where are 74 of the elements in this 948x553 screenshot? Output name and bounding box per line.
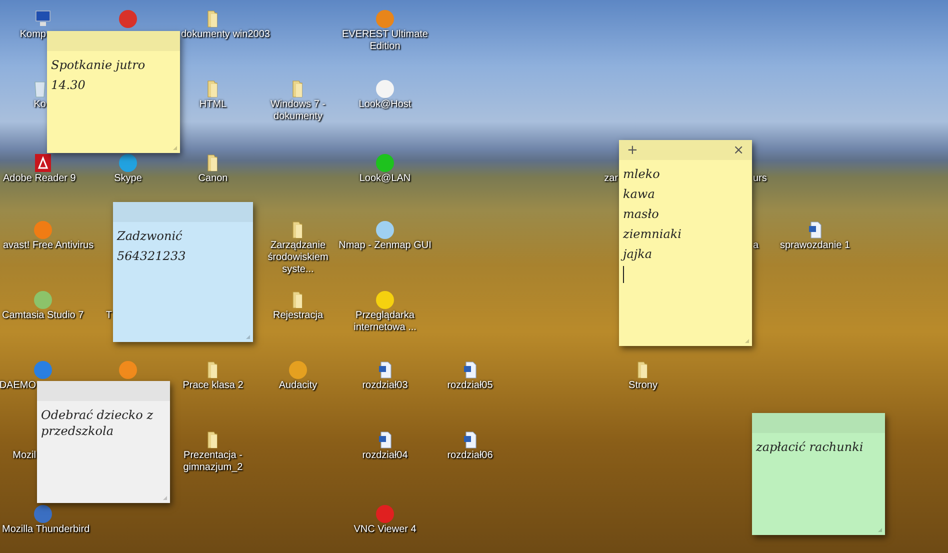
- icon-label[interactable]: Mozil: [12, 450, 36, 462]
- resize-grip-icon[interactable]: [162, 495, 168, 501]
- icon-label[interactable]: Camtasia Studio 7: [2, 310, 84, 322]
- icon-label[interactable]: a: [753, 240, 759, 252]
- note-text: zapłacić rachunki: [756, 439, 864, 455]
- sticky-note[interactable]: Spotkanie jutro 14.30: [47, 31, 180, 153]
- icon-label[interactable]: Canon: [198, 173, 228, 185]
- icon-label[interactable]: Nmap - Zenmap GUI: [338, 240, 432, 252]
- resize-grip-icon[interactable]: [877, 527, 883, 533]
- icon-label[interactable]: Skype: [114, 173, 142, 185]
- icon-label[interactable]: Look@LAN: [359, 173, 411, 185]
- icon-label[interactable]: VNC Viewer 4: [354, 524, 416, 536]
- app-icon[interactable]: [376, 505, 394, 523]
- app-icon[interactable]: [376, 221, 394, 239]
- icon-label[interactable]: urs: [753, 173, 767, 185]
- icon-label[interactable]: Prace klasa 2: [182, 380, 244, 392]
- icon-label[interactable]: DAEMO: [0, 380, 36, 392]
- document-icon[interactable]: [461, 431, 479, 449]
- app-icon[interactable]: [34, 291, 52, 309]
- sticky-note[interactable]: + × mleko kawa masło ziemniaki jajka: [619, 140, 752, 346]
- icon-label[interactable]: Rejestracja: [272, 310, 324, 322]
- icon-label[interactable]: T: [106, 310, 112, 322]
- icon-label[interactable]: Strony: [628, 380, 658, 392]
- icon-label[interactable]: dokumenty win2003: [181, 29, 270, 41]
- document-icon[interactable]: [806, 221, 824, 239]
- sticky-note[interactable]: zapłacić rachunki: [752, 413, 885, 535]
- app-icon[interactable]: [376, 154, 394, 172]
- add-note-button[interactable]: +: [625, 142, 640, 158]
- note-text: mleko: [623, 166, 661, 182]
- app-icon[interactable]: [376, 80, 394, 98]
- icon-label[interactable]: Przeglądarka internetowa ...: [342, 310, 428, 334]
- document-icon[interactable]: [376, 361, 394, 379]
- note-text: kawa: [623, 186, 656, 202]
- app-icon[interactable]: [289, 361, 307, 379]
- resize-grip-icon[interactable]: [744, 338, 750, 344]
- icon-label[interactable]: Komp: [20, 29, 46, 41]
- app-icon[interactable]: [34, 221, 52, 239]
- app-icon[interactable]: [376, 291, 394, 309]
- sticky-note[interactable]: Odebrać dziecko z przedszkola: [37, 381, 170, 503]
- pdf-icon[interactable]: [34, 154, 52, 172]
- app-icon[interactable]: [119, 361, 137, 379]
- note-text: Spotkanie jutro: [51, 57, 146, 73]
- note-text: 564321233: [117, 248, 187, 264]
- resize-grip-icon[interactable]: [172, 145, 178, 151]
- document-icon[interactable]: [376, 431, 394, 449]
- app-icon[interactable]: [119, 10, 137, 28]
- app-icon[interactable]: [34, 361, 52, 379]
- icon-label[interactable]: Prezentacja - gimnazjum_2: [168, 450, 258, 474]
- icon-label[interactable]: rozdział06: [447, 450, 493, 462]
- note-text: jajka: [623, 246, 748, 262]
- close-button[interactable]: ×: [731, 142, 746, 158]
- sticky-note[interactable]: Zadzwonić 564321233: [113, 202, 253, 342]
- icon-label[interactable]: Mozilla Thunderbird: [2, 524, 90, 536]
- icon-label[interactable]: rozdział05: [447, 380, 493, 392]
- note-text: ziemniaki: [623, 226, 682, 242]
- icon-label[interactable]: zar: [604, 173, 618, 185]
- icon-label[interactable]: rozdział04: [362, 450, 408, 462]
- icon-label[interactable]: Audacity: [278, 380, 318, 392]
- app-icon[interactable]: [376, 10, 394, 28]
- note-text: 14.30: [51, 77, 86, 93]
- document-icon[interactable]: [461, 361, 479, 379]
- icon-label[interactable]: rozdział03: [362, 380, 408, 392]
- note-text: Odebrać dziecko z przedszkola: [41, 407, 154, 439]
- app-icon[interactable]: [119, 154, 137, 172]
- icon-label[interactable]: sprawozdanie 1: [780, 240, 850, 252]
- resize-grip-icon[interactable]: [245, 334, 251, 340]
- icon-label[interactable]: Adobe Reader 9: [3, 173, 76, 185]
- monitor-icon[interactable]: [34, 10, 52, 28]
- app-icon[interactable]: [34, 505, 52, 523]
- icon-label[interactable]: avast! Free Antivirus: [3, 240, 94, 252]
- note-text: masło: [623, 206, 660, 222]
- note-text: Zadzwonić: [117, 228, 184, 244]
- icon-label[interactable]: EVEREST Ultimate Edition: [340, 29, 430, 53]
- text-cursor: [623, 266, 624, 283]
